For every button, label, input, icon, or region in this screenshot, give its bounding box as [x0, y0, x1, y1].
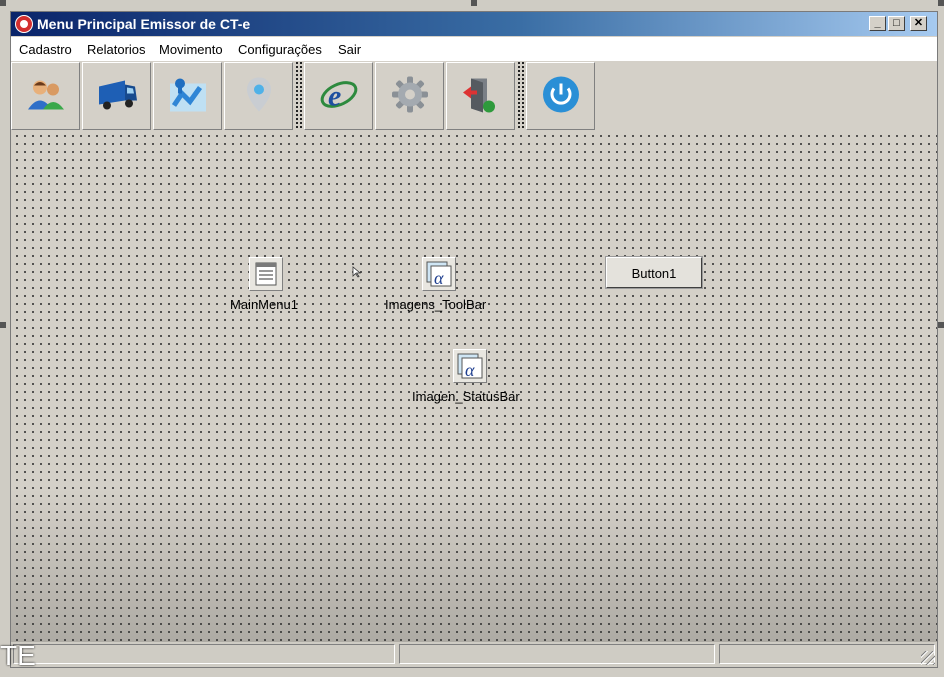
- svg-text:α: α: [465, 360, 475, 380]
- imagens-toolbar-label: Imagens_ToolBar: [385, 297, 487, 312]
- resize-handle-right[interactable]: [938, 322, 944, 328]
- toolbar-button-truck[interactable]: [82, 62, 151, 130]
- power-icon: [541, 75, 581, 118]
- toolbar-button-cte[interactable]: e: [304, 62, 373, 130]
- main-menu-icon: [255, 262, 277, 286]
- toolbar-button-users[interactable]: [11, 62, 80, 130]
- menu-relatorios[interactable]: Relatorios: [87, 42, 146, 57]
- status-panel-1: [13, 644, 395, 664]
- main-menu-label: MainMenu1: [230, 297, 298, 312]
- image-list-icon: α: [457, 353, 483, 380]
- resize-handle-top[interactable]: [471, 0, 477, 6]
- main-window: Menu Principal Emissor de CT-e _ □ ✕ Cad…: [10, 11, 938, 668]
- location-pin-icon: [244, 76, 274, 117]
- toolbar-separator: [517, 62, 525, 130]
- imagen-statusbar-label: Imagen_StatusBar: [412, 389, 520, 404]
- toolbar: e: [11, 62, 596, 130]
- exit-door-icon: [461, 75, 501, 118]
- map-routes-icon: [166, 76, 210, 117]
- image-list-icon: α: [426, 261, 452, 288]
- overlay-caption: TE: [0, 640, 36, 671]
- minimize-button[interactable]: _: [869, 16, 886, 31]
- cte-e-icon: e: [317, 75, 361, 118]
- main-menu-component[interactable]: [249, 257, 283, 291]
- resize-handle-top-left[interactable]: [0, 0, 6, 6]
- status-panel-2: [399, 644, 715, 664]
- window-title: Menu Principal Emissor de CT-e: [37, 16, 251, 32]
- title-bar[interactable]: Menu Principal Emissor de CT-e _ □ ✕: [11, 12, 937, 36]
- svg-text:e: e: [328, 80, 341, 113]
- toolbar-button-map[interactable]: [153, 62, 222, 130]
- toolbar-button-settings[interactable]: [375, 62, 444, 130]
- svg-text:α: α: [434, 268, 444, 288]
- form-design-area[interactable]: MainMenu1 α Imagens_ToolBar α Imagen_Sta…: [11, 130, 937, 642]
- close-button[interactable]: ✕: [910, 16, 927, 31]
- status-panel-3: [719, 644, 935, 664]
- maximize-button[interactable]: □: [888, 16, 905, 31]
- toolbar-button-location[interactable]: [224, 62, 293, 130]
- button1[interactable]: Button1: [605, 256, 703, 289]
- imagen-statusbar-component[interactable]: α: [453, 349, 487, 383]
- truck-icon: [95, 77, 139, 116]
- mouse-cursor-icon: [352, 266, 362, 278]
- gear-icon: [390, 75, 430, 118]
- resize-handle-left[interactable]: [0, 322, 6, 328]
- menu-sair[interactable]: Sair: [338, 42, 361, 57]
- app-logo-icon: [15, 15, 33, 33]
- size-grip-icon[interactable]: [921, 651, 935, 665]
- menu-cadastro[interactable]: Cadastro: [19, 42, 72, 57]
- status-bar: [11, 642, 937, 667]
- menu-movimento[interactable]: Movimento: [159, 42, 223, 57]
- menu-bar: Cadastro Relatorios Movimento Configuraç…: [11, 37, 937, 61]
- toolbar-separator: [295, 62, 303, 130]
- menu-configuracoes[interactable]: Configurações: [238, 42, 322, 57]
- toolbar-button-exit[interactable]: [446, 62, 515, 130]
- resize-handle-top-right[interactable]: [938, 0, 944, 6]
- users-icon: [26, 78, 66, 115]
- toolbar-button-power[interactable]: [526, 62, 595, 130]
- imagens-toolbar-component[interactable]: α: [422, 257, 456, 291]
